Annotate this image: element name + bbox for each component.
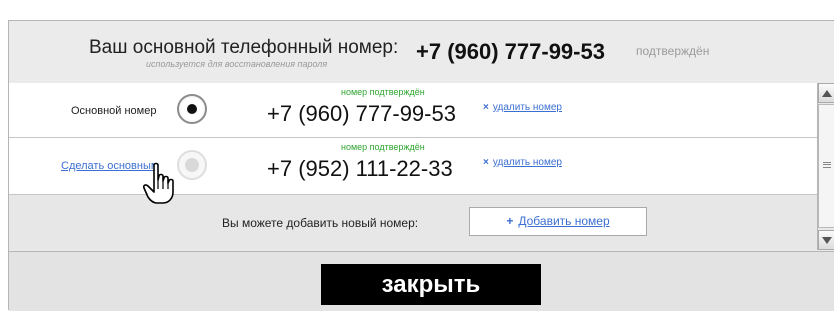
phone-row: Основной номер номер подтверждён +7 (960… <box>9 83 817 138</box>
phone-number: +7 (952) 111-22-33 <box>267 156 453 181</box>
primary-radio[interactable] <box>177 94 207 124</box>
close-button[interactable]: закрыть <box>321 264 541 305</box>
scroll-down-arrow-icon[interactable] <box>818 230 834 250</box>
plus-icon: + <box>506 214 514 228</box>
add-number-button[interactable]: + Добавить номер <box>469 207 647 236</box>
phone-status: подтверждён <box>636 44 710 58</box>
phone-dialog: Ваш основной телефонный номер: используе… <box>8 20 834 311</box>
add-number-text: Вы можете добавить новый номер: <box>222 216 419 230</box>
hand-pointer-icon <box>143 162 174 204</box>
grip-icon <box>823 162 831 168</box>
confirmed-status: номер подтверждён <box>341 87 425 97</box>
add-number-label: Добавить номер <box>518 214 610 228</box>
dialog-header: Ваш основной телефонный номер: используе… <box>9 21 834 84</box>
phone-number: +7 (960) 777-99-53 <box>267 101 456 126</box>
primary-number-label: Основной номер <box>71 105 157 117</box>
delete-label: удалить номер <box>492 102 562 113</box>
primary-radio[interactable] <box>177 150 207 180</box>
x-icon: × <box>483 102 489 113</box>
scroll-up-arrow-icon[interactable] <box>818 83 834 103</box>
add-number-row: Вы можете добавить новый номер: + Добавит… <box>9 195 817 250</box>
scroll-thumb[interactable] <box>818 104 834 228</box>
header-hint: используется для восстановления пароля <box>146 59 328 69</box>
vertical-scrollbar[interactable] <box>817 83 834 250</box>
delete-label: удалить номер <box>492 157 562 168</box>
header-title: Ваш основной телефонный номер: <box>89 37 399 58</box>
confirmed-status: номер подтверждён <box>341 142 425 152</box>
x-icon: × <box>483 157 489 168</box>
dialog-footer: закрыть <box>9 251 834 311</box>
primary-phone-number: +7 (960) 777-99-53 <box>416 39 605 64</box>
delete-number-link[interactable]: × удалить номер <box>483 157 562 168</box>
delete-number-link[interactable]: × удалить номер <box>483 102 562 113</box>
phone-list: Основной номер номер подтверждён +7 (960… <box>9 83 817 250</box>
phone-row: Сделать основным номер подтверждён +7 (9… <box>9 138 817 195</box>
